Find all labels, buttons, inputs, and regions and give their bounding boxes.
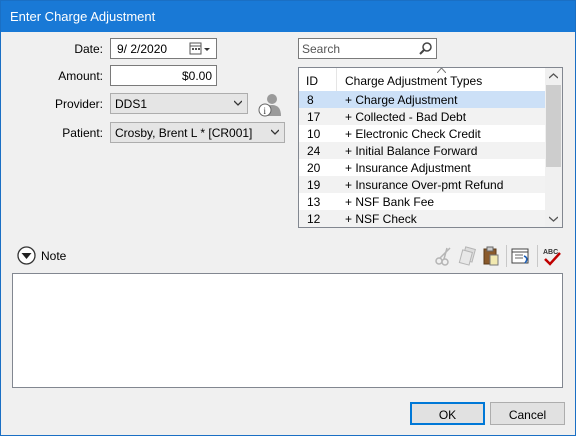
copy-icon[interactable] — [458, 246, 478, 266]
sort-ascending-icon — [437, 68, 446, 73]
scroll-down-icon[interactable] — [549, 216, 558, 222]
chevron-down-icon — [271, 129, 279, 135]
scroll-up-icon[interactable] — [549, 73, 558, 79]
date-picker[interactable]: 9/ 2/2020 — [110, 38, 217, 59]
column-header-types[interactable]: Charge Adjustment Types — [345, 74, 482, 88]
table-row[interactable]: 17 + Collected - Bad Debt — [299, 108, 547, 125]
column-header-id[interactable]: ID — [306, 74, 318, 88]
row-id: 10 — [307, 127, 321, 141]
spell-check-icon[interactable]: ABC — [542, 246, 562, 266]
table-scrollbar[interactable] — [545, 68, 562, 227]
dialog-window: Enter Charge Adjustment Date: 9/ 2/2020 … — [0, 0, 576, 436]
row-name: + Electronic Check Credit — [345, 127, 481, 141]
toolbar-divider — [537, 245, 538, 267]
note-textarea[interactable] — [12, 273, 563, 388]
row-id: 24 — [307, 144, 321, 158]
row-name: + Initial Balance Forward — [345, 144, 478, 158]
table-header: ID Charge Adjustment Types — [299, 68, 547, 92]
patient-select[interactable]: Crosby, Brent L * [CR001] — [110, 122, 285, 143]
title-bar: Enter Charge Adjustment — [1, 1, 575, 32]
row-id: 20 — [307, 161, 321, 175]
paste-icon[interactable] — [481, 246, 501, 266]
patient-value: Crosby, Brent L * [CR001] — [115, 126, 253, 140]
row-name: + Insurance Adjustment — [345, 161, 471, 175]
provider-info-icon[interactable]: i — [257, 92, 283, 118]
note-label: Note — [41, 249, 67, 263]
table-row[interactable]: 12 + NSF Check — [299, 210, 547, 227]
charge-adjustment-types-table[interactable]: ID Charge Adjustment Types 8 + Charge Ad… — [298, 67, 563, 228]
search-placeholder: Search — [302, 42, 341, 56]
row-name: + NSF Bank Fee — [345, 195, 435, 209]
amount-value: $0.00 — [181, 69, 212, 83]
row-id: 13 — [307, 195, 321, 209]
table-row[interactable]: 8 + Charge Adjustment — [299, 91, 547, 108]
calendar-dropdown-icon[interactable] — [189, 42, 213, 56]
row-name: + NSF Check — [345, 212, 417, 226]
row-id: 19 — [307, 178, 321, 192]
provider-value: DDS1 — [115, 97, 148, 111]
row-name: + Insurance Over-pmt Refund — [345, 178, 504, 192]
scrollbar-thumb[interactable] — [546, 85, 561, 167]
search-input[interactable]: Search — [298, 38, 437, 59]
toolbar-divider — [506, 245, 507, 267]
amount-field[interactable]: $0.00 — [110, 65, 217, 86]
table-row[interactable]: 24 + Initial Balance Forward — [299, 142, 547, 159]
window-title: Enter Charge Adjustment — [10, 9, 156, 24]
cut-icon[interactable] — [434, 246, 454, 266]
svg-text:ABC: ABC — [543, 249, 558, 256]
row-name: + Collected - Bad Debt — [345, 110, 467, 124]
chevron-down-icon — [234, 100, 242, 106]
cancel-button[interactable]: Cancel — [490, 402, 565, 425]
patient-label: Patient: — [62, 126, 103, 140]
insert-template-icon[interactable] — [511, 246, 531, 266]
table-row[interactable]: 20 + Insurance Adjustment — [299, 159, 547, 176]
ok-button-label: OK — [438, 408, 457, 422]
column-divider — [336, 68, 337, 91]
table-row[interactable]: 19 + Insurance Over-pmt Refund — [299, 176, 547, 193]
note-expand-icon[interactable] — [17, 246, 36, 265]
row-id: 8 — [307, 93, 314, 107]
date-label: Date: — [74, 42, 103, 56]
amount-label: Amount: — [58, 69, 103, 83]
ok-button[interactable]: OK — [410, 402, 485, 425]
table-row[interactable]: 10 + Electronic Check Credit — [299, 125, 547, 142]
row-id: 17 — [307, 110, 321, 124]
cancel-button-label: Cancel — [508, 408, 547, 422]
search-icon[interactable] — [419, 42, 432, 55]
provider-select[interactable]: DDS1 — [110, 93, 248, 114]
provider-label: Provider: — [54, 97, 103, 111]
table-row[interactable]: 13 + NSF Bank Fee — [299, 193, 547, 210]
row-name: + Charge Adjustment — [345, 93, 458, 107]
date-value: 9/ 2/2020 — [117, 42, 168, 56]
row-id: 12 — [307, 212, 321, 226]
